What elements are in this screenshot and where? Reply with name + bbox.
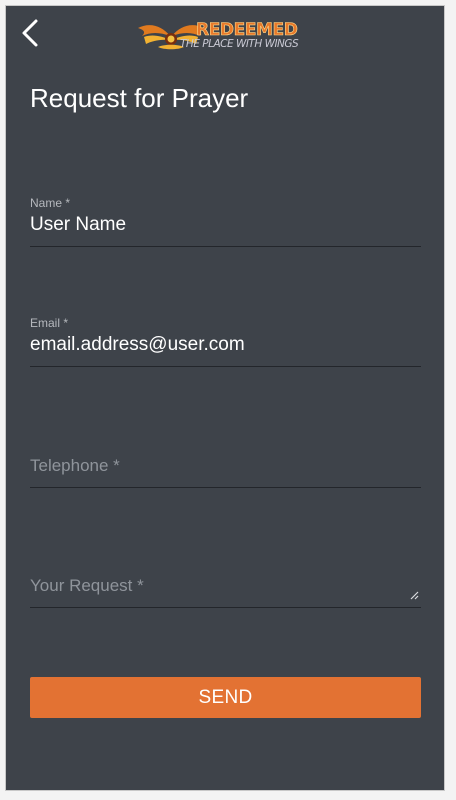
send-button[interactable]: SEND (30, 677, 421, 718)
name-field-underline (30, 246, 421, 247)
email-field-value[interactable]: email.address@user.com (30, 332, 421, 358)
prayer-request-screen: REDEEMED THE PLACE WITH WINGS Request fo… (6, 6, 444, 790)
chevron-left-icon (22, 19, 38, 47)
logo-tagline: THE PLACE WITH WINGS (180, 38, 299, 50)
email-field-underline (30, 366, 421, 367)
request-textarea-underline (30, 607, 421, 608)
telephone-field[interactable]: Telephone * (30, 453, 421, 488)
telephone-field-placeholder[interactable]: Telephone * (30, 453, 421, 479)
name-field-value[interactable]: User Name (30, 212, 421, 238)
page-title: Request for Prayer (30, 83, 249, 113)
email-field[interactable]: Email * email.address@user.com (30, 316, 421, 367)
back-button[interactable] (14, 16, 46, 50)
resize-handle-icon[interactable] (409, 590, 419, 600)
email-field-label: Email * (30, 316, 69, 330)
name-field[interactable]: Name * User Name (30, 196, 421, 247)
name-field-label: Name * (30, 196, 71, 210)
telephone-field-underline (30, 487, 421, 488)
request-textarea-placeholder[interactable]: Your Request * (30, 573, 421, 599)
logo-name: REDEEMED (196, 20, 298, 41)
request-textarea[interactable]: Your Request * (30, 573, 421, 608)
redeemed-logo: REDEEMED THE PLACE WITH WINGS (136, 20, 321, 56)
